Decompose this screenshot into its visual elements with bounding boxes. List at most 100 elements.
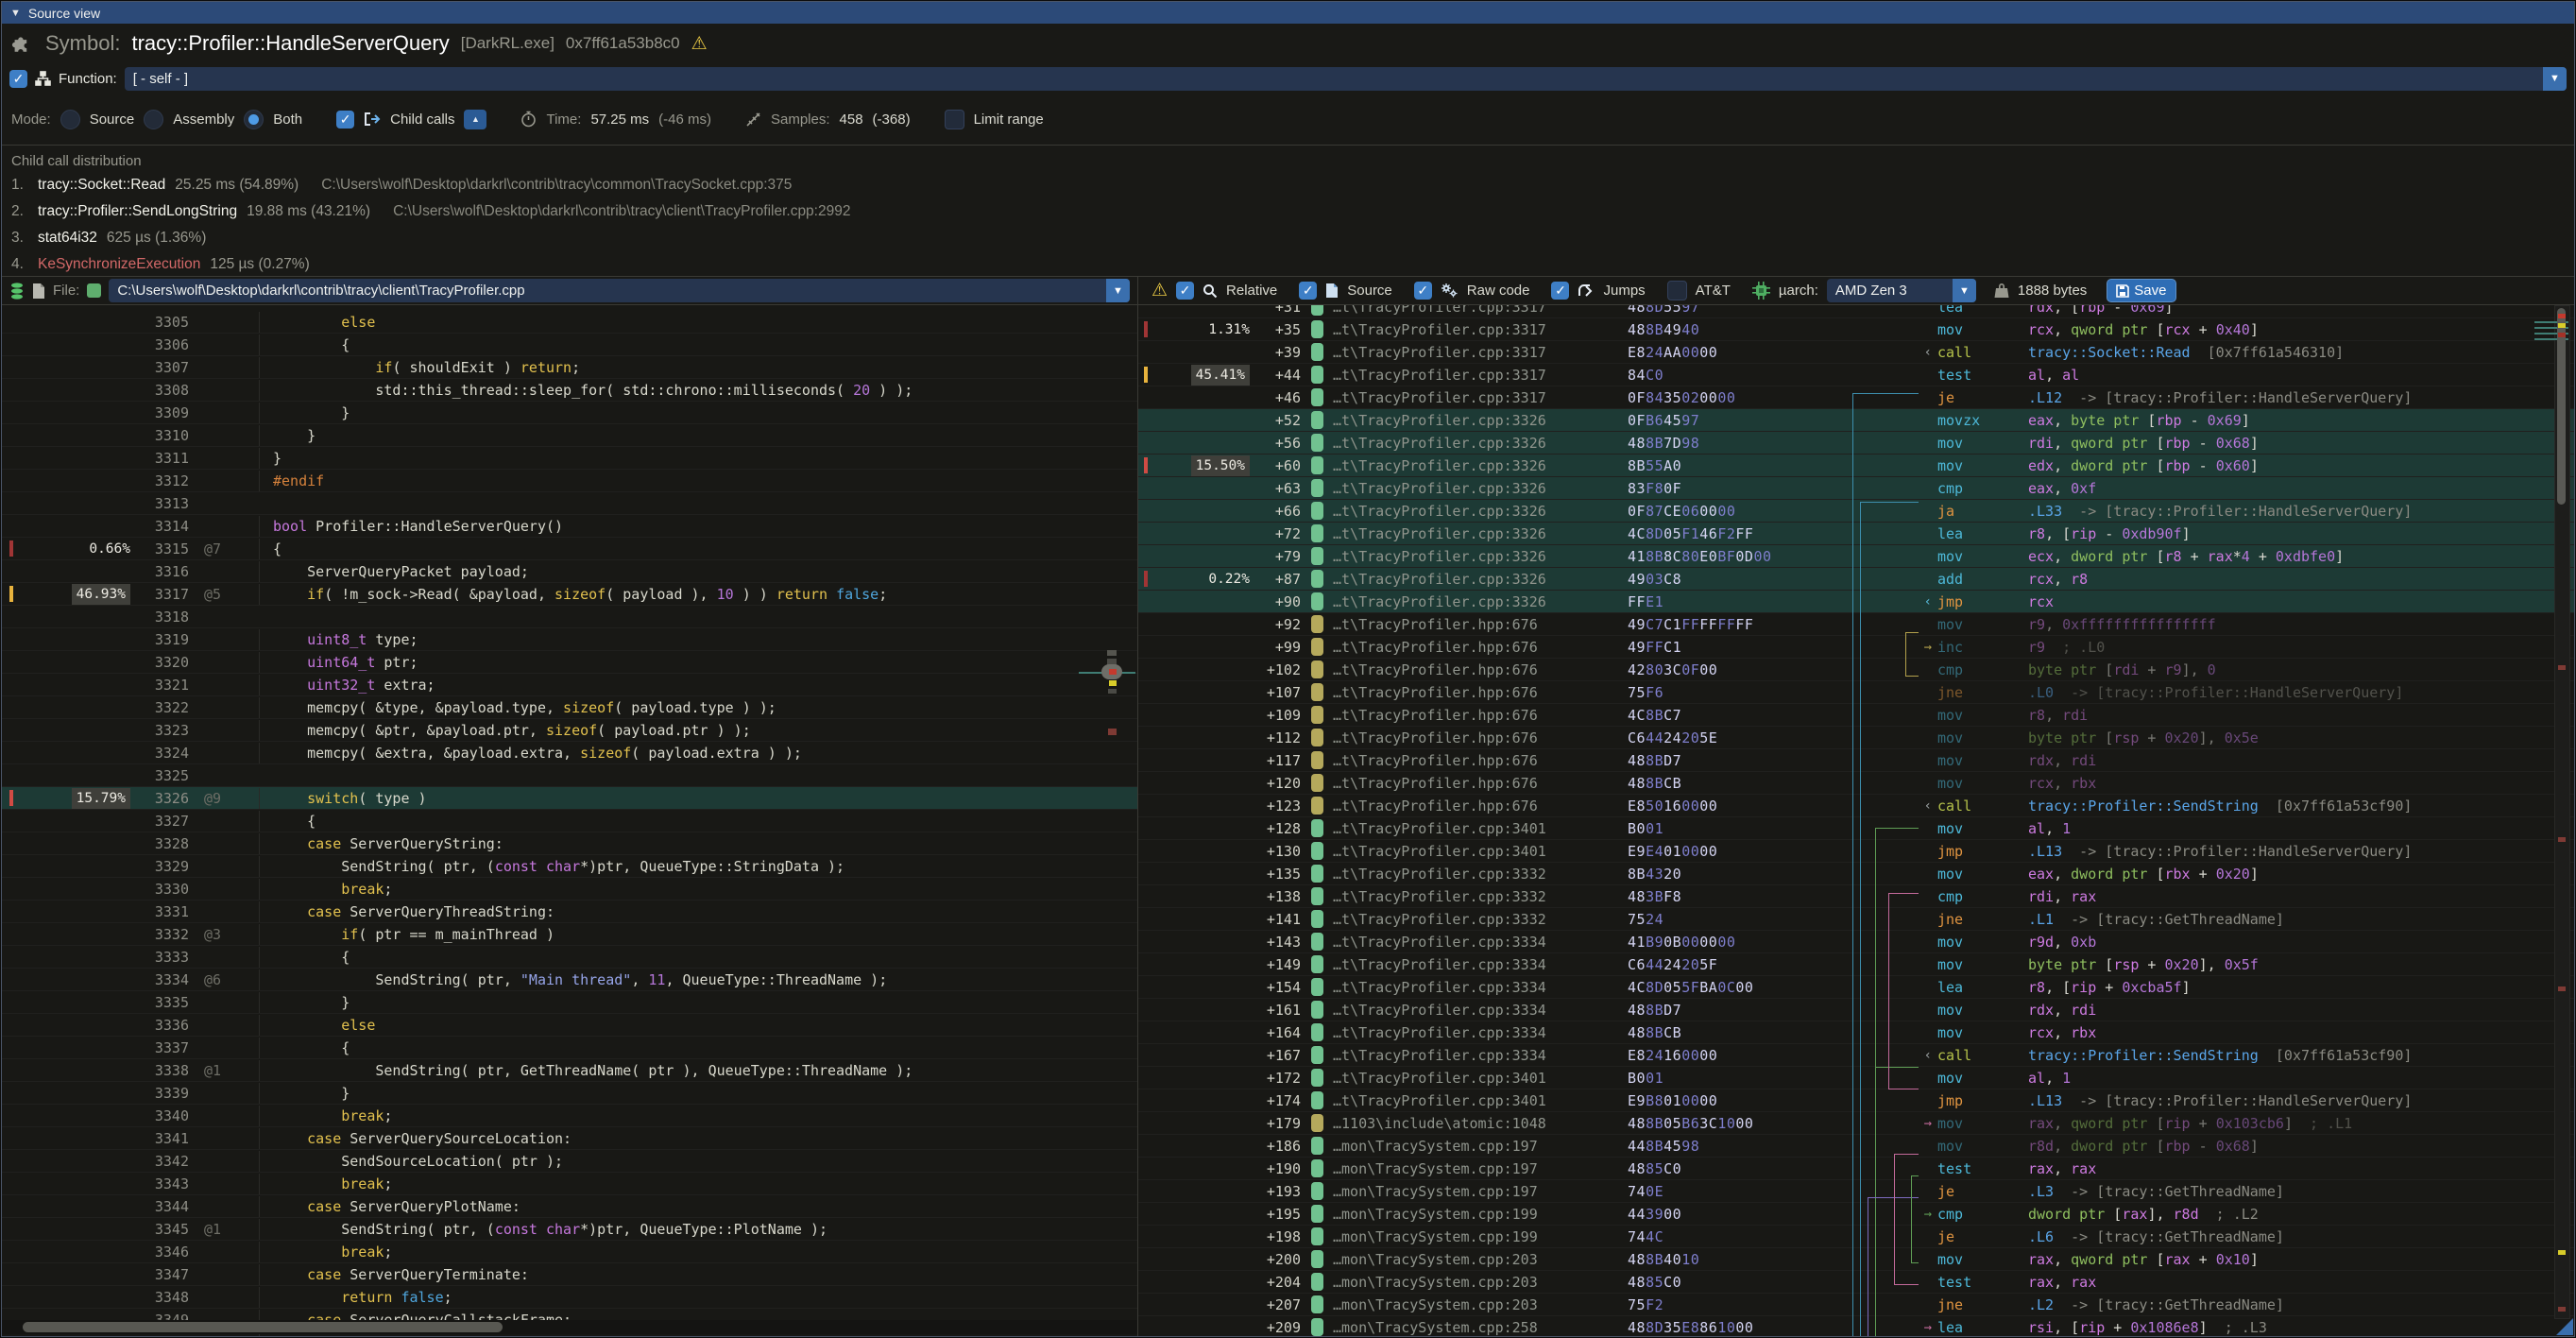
radio-both[interactable] [244,110,264,129]
asm-row[interactable]: +112…t\TracyProfiler.hpp:676C64424205Emo… [1138,727,2574,749]
asm-row[interactable]: +63…t\TracyProfiler.cpp:332683F80Fcmpeax… [1138,477,2574,500]
source-line[interactable]: 0.66%3315@7{ [2,538,1137,560]
asm-row[interactable]: +130…t\TracyProfiler.cpp:3401E9E4010000j… [1138,840,2574,863]
save-button[interactable]: Save [2107,279,2175,302]
source-line[interactable]: 3308 std::this_thread::sleep_for( std::c… [2,379,1137,402]
asm-row[interactable]: +138…t\TracyProfiler.cpp:3332483BF8cmprd… [1138,885,2574,908]
asm-row[interactable]: +154…t\TracyProfiler.cpp:33344C8D055FBA0… [1138,976,2574,999]
child-call-name[interactable]: KeSynchronizeExecution [38,256,200,273]
att-checkbox[interactable] [1667,281,1687,300]
asm-source-location[interactable]: …t\TracyProfiler.cpp:3401 [1333,1090,1628,1111]
source-hscrollbar[interactable] [2,1320,1137,1334]
source-line[interactable]: 3325 [2,764,1137,787]
source-line[interactable]: 3348 return false; [2,1286,1137,1309]
asm-row[interactable]: +72…t\TracyProfiler.cpp:33264C8D05F146F2… [1138,523,2574,545]
asm-source-location[interactable]: …mon\TracySystem.cpp:197 [1333,1158,1628,1179]
asm-row[interactable]: +164…t\TracyProfiler.cpp:3334488BCBmovrc… [1138,1021,2574,1044]
asm-source-location[interactable]: …mon\TracySystem.cpp:258 [1333,1317,1628,1337]
asm-source-location[interactable]: …t\TracyProfiler.hpp:676 [1333,637,1628,658]
function-checkbox[interactable]: ✓ [9,70,27,88]
asm-row[interactable]: +117…t\TracyProfiler.hpp:676488BD7movrdx… [1138,749,2574,772]
source-line[interactable]: 3331 case ServerQueryThreadString: [2,901,1137,923]
source-line[interactable]: 3327 { [2,810,1137,832]
asm-source-location[interactable]: …t\TracyProfiler.cpp:3401 [1333,818,1628,839]
source-line[interactable]: 3306 { [2,334,1137,356]
source-line[interactable]: 3345@1 SendString( ptr, (const char*)ptr… [2,1218,1137,1241]
child-calls-collapse-button[interactable]: ▲ [464,110,486,129]
asm-source-location[interactable]: …t\TracyProfiler.hpp:676 [1333,682,1628,703]
source-line[interactable]: 3346 break; [2,1241,1137,1263]
asm-row[interactable]: +186…mon\TracySystem.cpp:197448B4598movr… [1138,1135,2574,1158]
jumps-label[interactable]: Jumps [1603,283,1645,299]
asm-source-location[interactable]: …t\TracyProfiler.cpp:3334 [1333,932,1628,952]
asm-source-location[interactable]: …t\TracyProfiler.cpp:3317 [1333,365,1628,386]
asm-row[interactable]: +39…t\TracyProfiler.cpp:3317E824AA0000‹c… [1138,341,2574,364]
asm-row[interactable]: 45.41%+44…t\TracyProfiler.cpp:331784C0te… [1138,364,2574,386]
asm-source-location[interactable]: …t\TracyProfiler.cpp:3326 [1333,433,1628,454]
source-line[interactable]: 3313 [2,492,1137,515]
asm-row[interactable]: +200…mon\TracySystem.cpp:203488B4010movr… [1138,1248,2574,1271]
asm-source-location[interactable]: …t\TracyProfiler.cpp:3317 [1333,387,1628,408]
asm-row[interactable]: +172…t\TracyProfiler.cpp:3401B001moval, … [1138,1067,2574,1089]
source-line[interactable]: 3320 uint64_t ptr; [2,651,1137,674]
asm-row[interactable]: +123…t\TracyProfiler.hpp:676E850160000‹c… [1138,795,2574,817]
source-line[interactable]: 3330 break; [2,878,1137,901]
asm-source-location[interactable]: …t\TracyProfiler.cpp:3326 [1333,523,1628,544]
source-line[interactable]: 3310 } [2,424,1137,447]
asm-source-location[interactable]: …t\TracyProfiler.hpp:676 [1333,705,1628,726]
assembly-scroll-thumb[interactable] [2557,308,2566,505]
window-resize-grip[interactable] [2556,1318,2573,1335]
asm-row[interactable]: +66…t\TracyProfiler.cpp:33260F87CE060000… [1138,500,2574,523]
asm-source-location[interactable]: …t\TracyProfiler.hpp:676 [1333,750,1628,771]
asm-row[interactable]: +120…t\TracyProfiler.hpp:676488BCBmovrcx… [1138,772,2574,795]
asm-row[interactable]: +99…t\TracyProfiler.hpp:67649FFC1→incr9 … [1138,636,2574,659]
child-calls-checkbox[interactable]: ✓ [336,111,354,129]
source-line[interactable]: 3324 memcpy( &extra, &payload.extra, siz… [2,742,1137,764]
source-line[interactable]: 3338@1 SendString( ptr, GetThreadName( p… [2,1059,1137,1082]
asm-row[interactable]: +135…t\TracyProfiler.cpp:33328B4320movea… [1138,863,2574,885]
asm-row[interactable]: +107…t\TracyProfiler.hpp:67675F6jne.L0 -… [1138,681,2574,704]
asm-source-location[interactable]: …t\TracyProfiler.cpp:3334 [1333,977,1628,998]
asm-source-location[interactable]: …t\TracyProfiler.cpp:3326 [1333,569,1628,590]
source-scroll-markers[interactable] [1103,305,1122,1336]
source-line[interactable]: 3335 } [2,991,1137,1014]
source-line[interactable]: 3311} [2,447,1137,470]
jumps-checkbox[interactable]: ✓ [1551,282,1569,300]
asm-source-location[interactable]: …mon\TracySystem.cpp:199 [1333,1204,1628,1225]
asm-row[interactable]: +174…t\TracyProfiler.cpp:3401E9B8010000j… [1138,1089,2574,1112]
att-label[interactable]: AT&T [1696,283,1731,299]
source-line[interactable]: 3322 memcpy( &type, &payload.type, sizeo… [2,696,1137,719]
asm-source-location[interactable]: …mon\TracySystem.cpp:199 [1333,1226,1628,1247]
source-line[interactable]: 3343 break; [2,1173,1137,1195]
source-line[interactable]: 3344 case ServerQueryPlotName: [2,1195,1137,1218]
source-checkbox[interactable]: ✓ [1299,282,1317,300]
radio-source-label[interactable]: Source [90,112,135,128]
child-call-item[interactable]: 4.KeSynchronizeExecution125 µs (0.27%) [11,251,2565,276]
asm-row[interactable]: +195…mon\TracySystem.cpp:199443900→cmpdw… [1138,1203,2574,1226]
asm-source-location[interactable]: …t\TracyProfiler.cpp:3317 [1333,319,1628,340]
asm-source-location[interactable]: …t\TracyProfiler.cpp:3401 [1333,841,1628,862]
file-combo-arrow-icon[interactable]: ▼ [1106,279,1130,302]
asm-row[interactable]: +167…t\TracyProfiler.cpp:3334E824160000‹… [1138,1044,2574,1067]
source-line[interactable]: 46.93%3317@5 if( !m_sock->Read( &payload… [2,583,1137,606]
asm-source-location[interactable]: …t\TracyProfiler.cpp:3326 [1333,592,1628,612]
asm-row[interactable]: 0.22%+87…t\TracyProfiler.cpp:33264903C8a… [1138,568,2574,591]
uarch-combo[interactable]: AMD Zen 3 ▼ [1827,279,1976,302]
asm-source-location[interactable]: …t\TracyProfiler.cpp:3326 [1333,410,1628,431]
raw-code-checkbox[interactable]: ✓ [1414,282,1432,300]
source-line[interactable]: 3307 if( shouldExit ) return; [2,356,1137,379]
asm-source-location[interactable]: …t\TracyProfiler.cpp:3326 [1333,478,1628,499]
asm-row[interactable]: +128…t\TracyProfiler.cpp:3401B001moval, … [1138,817,2574,840]
asm-source-location[interactable]: …mon\TracySystem.cpp:197 [1333,1181,1628,1202]
asm-source-location[interactable]: …t\TracyProfiler.cpp:3317 [1333,305,1628,317]
asm-row[interactable]: +31…t\TracyProfiler.cpp:3317488D5597lear… [1138,305,2574,318]
asm-row[interactable]: +190…mon\TracySystem.cpp:1974885C0testra… [1138,1158,2574,1180]
source-line[interactable]: 3333 { [2,946,1137,969]
radio-source[interactable] [60,110,80,129]
limit-range-checkbox[interactable] [945,110,964,129]
asm-row[interactable]: +204…mon\TracySystem.cpp:2034885C0testra… [1138,1271,2574,1294]
source-line[interactable]: 3332@3 if( ptr == m_mainThread ) [2,923,1137,946]
asm-row[interactable]: +79…t\TracyProfiler.cpp:3326418B8C80E0BF… [1138,545,2574,568]
asm-row[interactable]: +179…1103\include\atomic:1048488B05B63C1… [1138,1112,2574,1135]
asm-source-location[interactable]: …t\TracyProfiler.cpp:3332 [1333,909,1628,930]
